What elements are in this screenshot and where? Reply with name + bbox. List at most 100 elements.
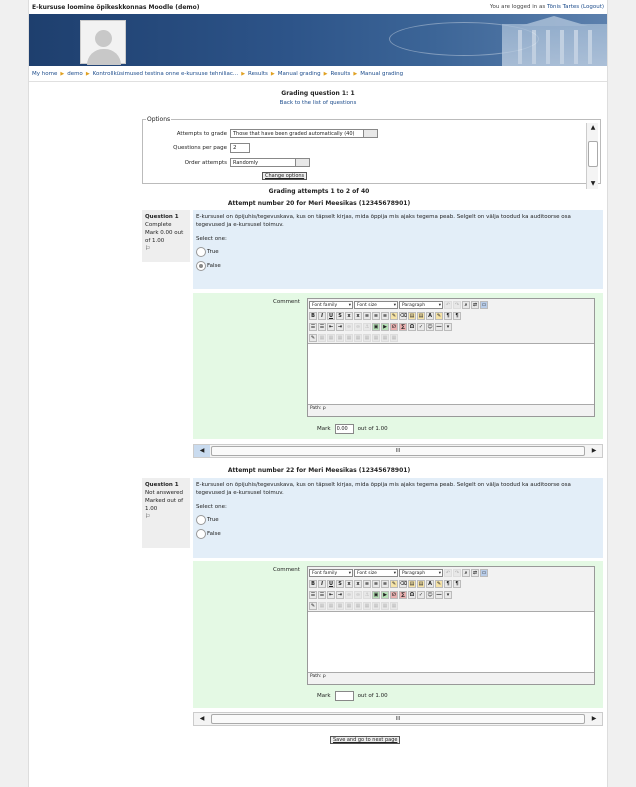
number-list-icon[interactable]: ☰ [318,590,326,599]
user-link[interactable]: Tõnis Tartes [547,4,579,10]
per-page-input[interactable]: 2 [230,143,250,153]
strikethrough-icon[interactable]: S [336,579,344,588]
find-icon[interactable]: ⌕ [462,300,470,309]
align-left-icon[interactable]: ≡ [363,579,371,588]
italic-icon[interactable]: I [318,311,326,320]
horizontal-rule-icon[interactable]: ― [435,322,443,331]
radio-true[interactable] [196,247,206,257]
delete-col-icon[interactable]: ▦ [372,601,380,610]
merge-cells-icon[interactable]: ▦ [381,333,389,342]
ltr-icon[interactable]: ¶ [444,311,452,320]
scroll-left-icon[interactable]: ◀ [194,445,210,457]
split-cells-icon[interactable]: ▦ [390,333,398,342]
flag-icon[interactable]: ⚐ [145,513,187,521]
fullscreen-icon[interactable]: ▭ [480,568,488,577]
order-select[interactable]: Randomly [230,158,310,167]
insert-row-icon[interactable]: ▦ [345,601,353,610]
outdent-icon[interactable]: ⇤ [327,590,335,599]
font-family-select[interactable]: Font family [309,568,353,577]
equation-icon[interactable]: ∑ [399,322,407,331]
site-title[interactable]: E-kursuse loomine õpikeskkonnas Moodle (… [32,4,200,11]
paragraph-select[interactable]: Paragraph [399,300,443,309]
horizontal-scrollbar[interactable]: ◀ III ▶ [193,444,603,458]
bold-icon[interactable]: B [309,579,317,588]
mark-input[interactable] [334,691,354,701]
horizontal-scrollbar[interactable]: ◀ III ▶ [193,712,603,726]
scroll-thumb[interactable]: III [211,446,585,456]
font-family-select[interactable]: Font family [309,300,353,309]
link-icon[interactable]: ∞ [345,590,353,599]
radio-false[interactable] [196,529,206,539]
delete-row-icon[interactable]: ▦ [354,601,362,610]
align-center-icon[interactable]: ≡ [372,311,380,320]
row-props-icon[interactable]: ▦ [327,333,335,342]
paste-word-icon[interactable]: ▤ [417,579,425,588]
logout-link[interactable]: (Logout) [581,4,604,10]
clean-icon[interactable]: ✎ [390,579,398,588]
flag-icon[interactable]: ⚐ [145,245,187,253]
clean-icon[interactable]: ✎ [390,311,398,320]
superscript-icon[interactable]: x [354,579,362,588]
image-icon[interactable]: ▣ [372,590,380,599]
undo-icon[interactable]: ↶ [444,568,452,577]
align-right-icon[interactable]: ≡ [381,579,389,588]
underline-icon[interactable]: U [327,579,335,588]
insert-col-icon[interactable]: ▦ [363,601,371,610]
superscript-icon[interactable]: x [354,311,362,320]
subscript-icon[interactable]: x [345,579,353,588]
font-size-select[interactable]: Font size [354,300,398,309]
image-icon[interactable]: ▣ [372,322,380,331]
strikethrough-icon[interactable]: S [336,311,344,320]
highlight-icon[interactable]: ✎ [435,311,443,320]
horizontal-rule-icon[interactable]: ― [435,590,443,599]
redo-icon[interactable]: ↷ [453,568,461,577]
subscript-icon[interactable]: x [345,311,353,320]
table-icon[interactable]: ▦ [318,333,326,342]
media-icon[interactable]: ▶ [381,322,389,331]
save-next-button[interactable]: Save and go to next page [330,736,401,744]
align-right-icon[interactable]: ≡ [381,311,389,320]
paste-text-icon[interactable]: ▤ [408,311,416,320]
cell-props-icon[interactable]: ▦ [336,333,344,342]
breadcrumb-results[interactable]: Results [248,71,268,77]
delete-row-icon[interactable]: ▦ [354,333,362,342]
nolink-icon[interactable]: ∅ [390,590,398,599]
indent-icon[interactable]: ⇥ [336,590,344,599]
split-cells-icon[interactable]: ▦ [390,601,398,610]
html-source-icon[interactable]: ✎ [309,601,317,610]
breadcrumb-demo[interactable]: demo [67,71,83,77]
breadcrumb-results-2[interactable]: Results [331,71,351,77]
undo-icon[interactable]: ↶ [444,300,452,309]
number-list-icon[interactable]: ☰ [318,322,326,331]
paste-text-icon[interactable]: ▤ [408,579,416,588]
italic-icon[interactable]: I [318,579,326,588]
insert-row-icon[interactable]: ▦ [345,333,353,342]
paste-word-icon[interactable]: ▤ [417,311,425,320]
html-source-icon[interactable]: ✎ [309,333,317,342]
mark-input[interactable]: 0.00 [334,424,354,434]
more-icon[interactable]: ▾ [444,322,452,331]
bold-icon[interactable]: B [309,311,317,320]
bullet-list-icon[interactable]: ☰ [309,322,317,331]
outdent-icon[interactable]: ⇤ [327,322,335,331]
change-options-button[interactable]: Change options [262,172,308,180]
special-char-icon[interactable]: Ω [408,590,416,599]
answer-option-true[interactable]: True [196,515,600,525]
scroll-thumb[interactable] [588,141,598,167]
replace-icon[interactable]: ⇄ [471,568,479,577]
table-icon[interactable]: ▦ [318,601,326,610]
comment-textarea[interactable] [308,343,594,405]
indent-icon[interactable]: ⇥ [336,322,344,331]
font-color-icon[interactable]: A [426,579,434,588]
bullet-list-icon[interactable]: ☰ [309,590,317,599]
font-size-select[interactable]: Font size [354,568,398,577]
align-center-icon[interactable]: ≡ [372,579,380,588]
ltr-icon[interactable]: ¶ [444,579,452,588]
more-icon[interactable]: ▾ [444,590,452,599]
breadcrumb-manual-grading[interactable]: Manual grading [278,71,321,77]
font-color-icon[interactable]: A [426,311,434,320]
comment-textarea[interactable] [308,611,594,673]
scroll-thumb[interactable]: III [211,714,585,724]
answer-option-true[interactable]: True [196,247,600,257]
delete-col-icon[interactable]: ▦ [372,333,380,342]
